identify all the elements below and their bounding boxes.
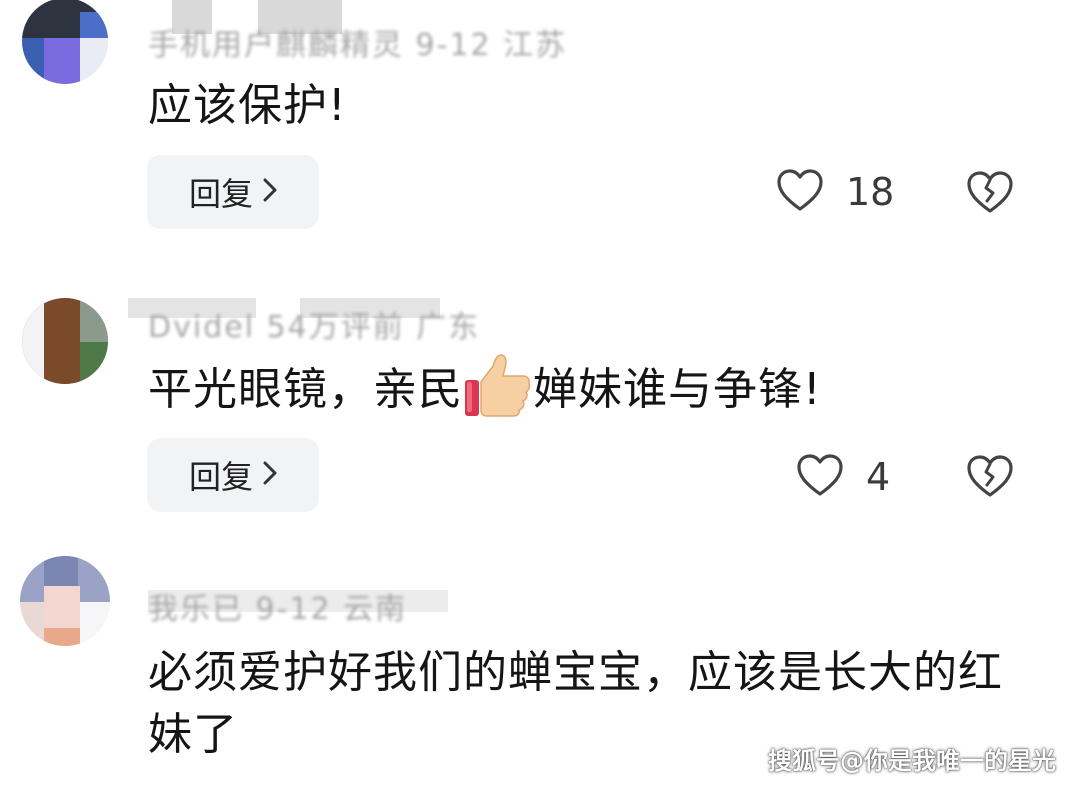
dislike-button[interactable] [966,454,1014,502]
like-button[interactable]: 18 [776,162,894,222]
watermark: 搜狐号@你是我唯一的星光 [768,747,1056,775]
broken-heart-icon [966,171,1014,218]
comment-text: 应该保护! [148,80,347,131]
chevron-right-icon [263,458,277,493]
like-count: 4 [866,455,891,499]
dislike-button[interactable] [966,170,1014,218]
like-count: 18 [846,170,895,214]
chevron-right-icon [263,175,277,210]
avatar[interactable] [22,298,108,384]
thumbs-up-icon [463,352,533,420]
broken-heart-icon [966,455,1014,502]
heart-icon [796,453,844,501]
avatar[interactable] [20,556,110,646]
comment-text-part: 婵妹谁与争锋! [533,364,822,415]
comment-meta: Dvidel 54万评前 广东 [148,310,481,345]
heart-icon [776,168,824,216]
reply-label: 回复 [188,175,253,213]
comment-meta: 我乐已 9-12 云南 [148,592,408,627]
comment-meta: 手机用户麒麟精灵 9-12 江苏 [148,28,568,63]
comment-text: 平光眼镜，亲民 婵妹谁与争锋! [148,354,822,426]
like-button[interactable]: 4 [796,447,890,507]
avatar[interactable] [22,0,108,84]
reply-button[interactable]: 回复 [147,155,319,229]
reply-button[interactable]: 回复 [147,438,319,512]
reply-label: 回复 [188,458,253,496]
comment-text-part: 平光眼镜，亲民 [148,364,463,415]
